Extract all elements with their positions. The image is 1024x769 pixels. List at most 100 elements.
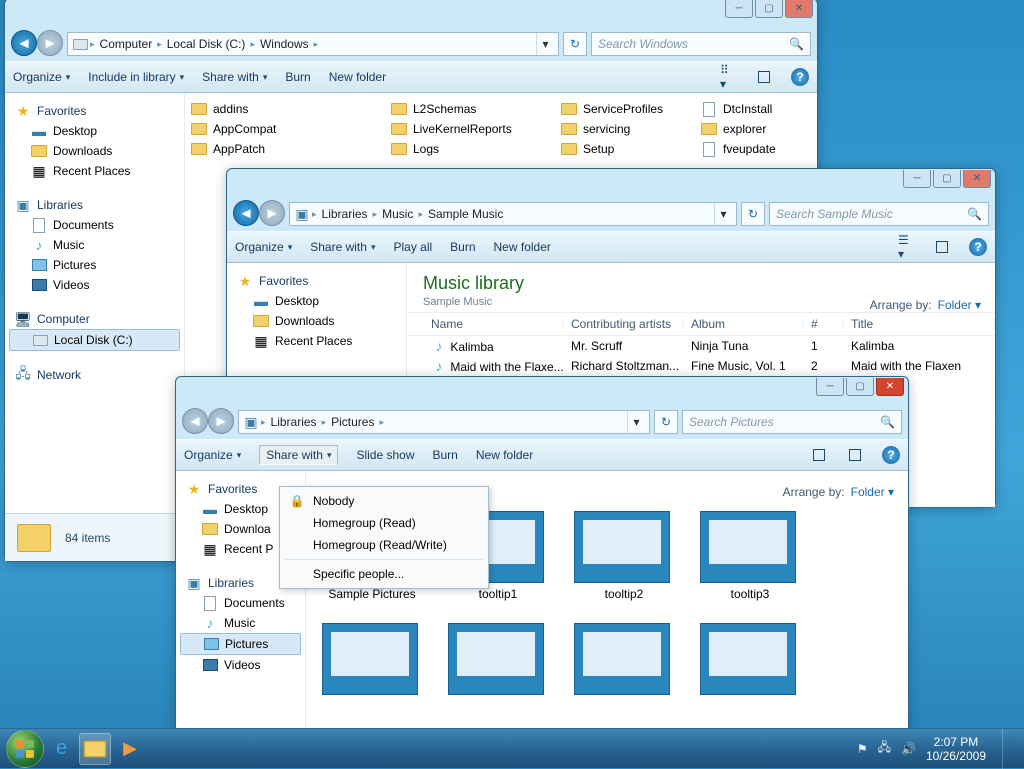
refresh-button[interactable]: ↻	[741, 202, 765, 226]
column-headers[interactable]: Name Contributing artists Album # Title	[407, 312, 995, 336]
preview-pane-button[interactable]	[755, 68, 773, 86]
nav-back-button[interactable]: ◄	[182, 408, 208, 434]
sidebar-item-desktop[interactable]: ▬Desktop	[9, 121, 180, 141]
tray-volume-icon[interactable]: 🔊	[901, 742, 916, 756]
share-with-menu[interactable]: Share with	[202, 70, 267, 84]
minimize-button[interactable]: ─	[903, 170, 931, 188]
menu-item-homegroup-readwrite[interactable]: Homegroup (Read/Write)	[283, 534, 485, 556]
breadcrumb[interactable]: ▣▸ Libraries▸ Music▸ Sample Music ▾	[289, 202, 737, 226]
sidebar-item-documents[interactable]: Documents	[9, 215, 180, 235]
organize-menu[interactable]: Organize	[13, 70, 70, 84]
preview-pane-button[interactable]	[933, 238, 951, 256]
titlebar[interactable]: ─ ▢ ✕	[227, 169, 995, 197]
arrange-by-dropdown[interactable]: Folder ▾	[851, 485, 894, 499]
sidebar-head-favorites[interactable]: Favorites	[37, 104, 86, 118]
taskbar[interactable]: e ▶ ⚑ 🖧 🔊 2:07 PM 10/26/2009	[0, 728, 1024, 768]
breadcrumb-dropdown[interactable]: ▾	[536, 33, 554, 55]
new-folder-button[interactable]: New folder	[476, 448, 533, 462]
taskbar-pinned-ie[interactable]: e	[48, 733, 75, 765]
breadcrumb-item[interactable]: Libraries	[319, 207, 371, 221]
file-item[interactable]: AppCompat	[185, 119, 355, 139]
sidebar-head-favorites[interactable]: Favorites	[208, 482, 257, 496]
menu-item-homegroup-read[interactable]: Homegroup (Read)	[283, 512, 485, 534]
col-num[interactable]: #	[803, 317, 843, 331]
taskbar-pinned-wmp[interactable]: ▶	[115, 733, 145, 765]
sidebar-item-recent[interactable]: ▦Recent Places	[9, 161, 180, 181]
slideshow-button[interactable]: Slide show	[356, 448, 414, 462]
file-item[interactable]: AppPatch	[185, 139, 355, 159]
minimize-button[interactable]: ─	[816, 378, 844, 396]
titlebar[interactable]: ─ ▢ ✕	[5, 0, 817, 27]
help-button[interactable]: ?	[969, 238, 987, 256]
close-button[interactable]: ✕	[876, 378, 904, 396]
sidebar-item-documents[interactable]: Documents	[180, 593, 301, 613]
menu-item-specific-people[interactable]: Specific people...	[283, 563, 485, 585]
breadcrumb-item[interactable]: Computer	[97, 37, 156, 51]
sidebar-item-music[interactable]: ♪Music	[180, 613, 301, 633]
thumbnail-item[interactable]: tooltip2	[574, 511, 674, 601]
breadcrumb-item[interactable]: Sample Music	[425, 207, 506, 221]
start-button[interactable]	[6, 730, 44, 768]
file-item[interactable]: servicing	[555, 119, 695, 139]
thumbnail-item[interactable]	[574, 623, 674, 699]
file-item[interactable]: Setup	[555, 139, 695, 159]
table-row[interactable]: ♪ Kalimba Mr. Scruff Ninja Tuna 1 Kalimb…	[407, 336, 995, 356]
search-input[interactable]: Search Sample Music🔍	[769, 202, 989, 226]
share-with-context-menu[interactable]: 🔒Nobody Homegroup (Read) Homegroup (Read…	[279, 486, 489, 589]
new-folder-button[interactable]: New folder	[494, 240, 551, 254]
sidebar-head-computer[interactable]: Computer	[37, 312, 90, 326]
clock[interactable]: 2:07 PM 10/26/2009	[926, 735, 986, 763]
minimize-button[interactable]: ─	[725, 0, 753, 18]
file-item[interactable]: L2Schemas	[385, 99, 555, 119]
nav-forward-button[interactable]: ►	[37, 30, 63, 56]
burn-button[interactable]: Burn	[433, 448, 458, 462]
file-item[interactable]: Logs	[385, 139, 555, 159]
include-library-menu[interactable]: Include in library	[88, 70, 184, 84]
file-item[interactable]: explorer	[695, 119, 805, 139]
show-desktop-button[interactable]	[1002, 729, 1014, 769]
breadcrumb-item[interactable]: Local Disk (C:)	[164, 37, 249, 51]
table-row[interactable]: ♪ Maid with the Flaxe... Richard Stoltzm…	[407, 356, 995, 376]
breadcrumb[interactable]: ▣▸ Libraries▸ Pictures▸ ▾	[238, 410, 650, 434]
nav-forward-button[interactable]: ►	[259, 200, 285, 226]
thumbnail-item[interactable]: tooltip3	[700, 511, 800, 601]
new-folder-button[interactable]: New folder	[329, 70, 386, 84]
tray-network-icon[interactable]: 🖧	[878, 738, 891, 759]
breadcrumb-dropdown[interactable]: ▾	[714, 203, 732, 225]
sidebar-item-videos[interactable]: Videos	[180, 655, 301, 675]
sidebar-item-localdisk[interactable]: Local Disk (C:)	[9, 329, 180, 351]
menu-item-nobody[interactable]: 🔒Nobody	[283, 490, 485, 512]
breadcrumb-item[interactable]: Windows	[257, 37, 312, 51]
explorer-window-pictures[interactable]: ─ ▢ ✕ ◄ ► ▣▸ Libraries▸ Pictures▸ ▾ ↻ Se…	[175, 376, 909, 756]
sidebar-item-music[interactable]: ♪Music	[9, 235, 180, 255]
search-input[interactable]: Search Pictures🔍	[682, 410, 902, 434]
close-button[interactable]: ✕	[963, 170, 991, 188]
thumbnail-item[interactable]	[700, 623, 800, 699]
sidebar-head-libraries[interactable]: Libraries	[37, 198, 83, 212]
thumbnail-item[interactable]	[448, 623, 548, 699]
sidebar-item-pictures[interactable]: Pictures	[180, 633, 301, 655]
breadcrumb-item[interactable]: Pictures	[328, 415, 377, 429]
arrange-by-dropdown[interactable]: Folder ▾	[938, 298, 981, 312]
sidebar-head-libraries[interactable]: Libraries	[208, 576, 254, 590]
organize-menu[interactable]: Organize	[235, 240, 292, 254]
breadcrumb-item[interactable]: Music	[379, 207, 416, 221]
help-button[interactable]: ?	[791, 68, 809, 86]
nav-pane[interactable]: ★Favorites ▬Desktop Downloads ▦Recent Pl…	[5, 93, 185, 513]
file-item[interactable]: DtcInstall	[695, 99, 805, 119]
view-options-button[interactable]: ☰ ▾	[897, 238, 915, 256]
nav-back-button[interactable]: ◄	[233, 200, 259, 226]
file-item[interactable]: ServiceProfiles	[555, 99, 695, 119]
tray-flag-icon[interactable]: ⚑	[857, 742, 868, 756]
search-input[interactable]: Search Windows🔍	[591, 32, 811, 56]
taskbar-pinned-explorer[interactable]	[79, 733, 111, 765]
breadcrumb-dropdown[interactable]: ▾	[627, 411, 645, 433]
sidebar-item-pictures[interactable]: Pictures	[9, 255, 180, 275]
system-tray[interactable]: ⚑ 🖧 🔊 2:07 PM 10/26/2009	[857, 729, 1018, 769]
refresh-button[interactable]: ↻	[563, 32, 587, 56]
thumbnail-item[interactable]	[322, 623, 422, 699]
share-with-menu[interactable]: Share with	[259, 445, 338, 465]
maximize-button[interactable]: ▢	[846, 378, 874, 396]
sidebar-item-downloads[interactable]: Downloads	[9, 141, 180, 161]
sidebar-head-network[interactable]: Network	[37, 368, 81, 382]
